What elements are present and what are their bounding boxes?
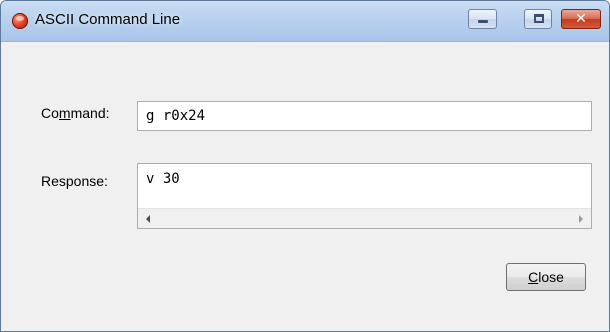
command-input[interactable]: g r0x24 — [137, 101, 592, 131]
minimize-icon — [478, 20, 488, 23]
window-title: ASCII Command Line — [35, 11, 181, 28]
ascii-command-line-window: ASCII Command Line ✕ Command: g r0x24 Re… — [0, 0, 610, 332]
minimize-button[interactable] — [468, 9, 497, 29]
close-button[interactable]: Close — [506, 263, 586, 291]
command-label-part: Co — [41, 105, 59, 121]
command-label-mnemonic: m — [58, 105, 71, 121]
response-label: Response: — [41, 173, 108, 189]
maximize-button[interactable] — [524, 9, 552, 29]
app-orb-icon — [12, 13, 28, 29]
horizontal-scrollbar[interactable] — [138, 208, 591, 228]
close-button-label: lose — [538, 269, 564, 285]
command-label: Command: — [41, 105, 110, 121]
response-field[interactable]: v 30 — [137, 163, 592, 229]
close-icon: ✕ — [575, 11, 587, 27]
maximize-icon — [534, 14, 544, 23]
response-text: v 30 — [146, 171, 180, 187]
close-button-mnemonic: C — [528, 269, 539, 285]
scroll-right-arrow-icon[interactable] — [579, 215, 583, 223]
scroll-left-arrow-icon[interactable] — [146, 215, 150, 223]
title-bar[interactable]: ASCII Command Line ✕ — [1, 1, 609, 42]
command-label-part: mand: — [70, 105, 110, 121]
close-window-button[interactable]: ✕ — [561, 9, 601, 29]
